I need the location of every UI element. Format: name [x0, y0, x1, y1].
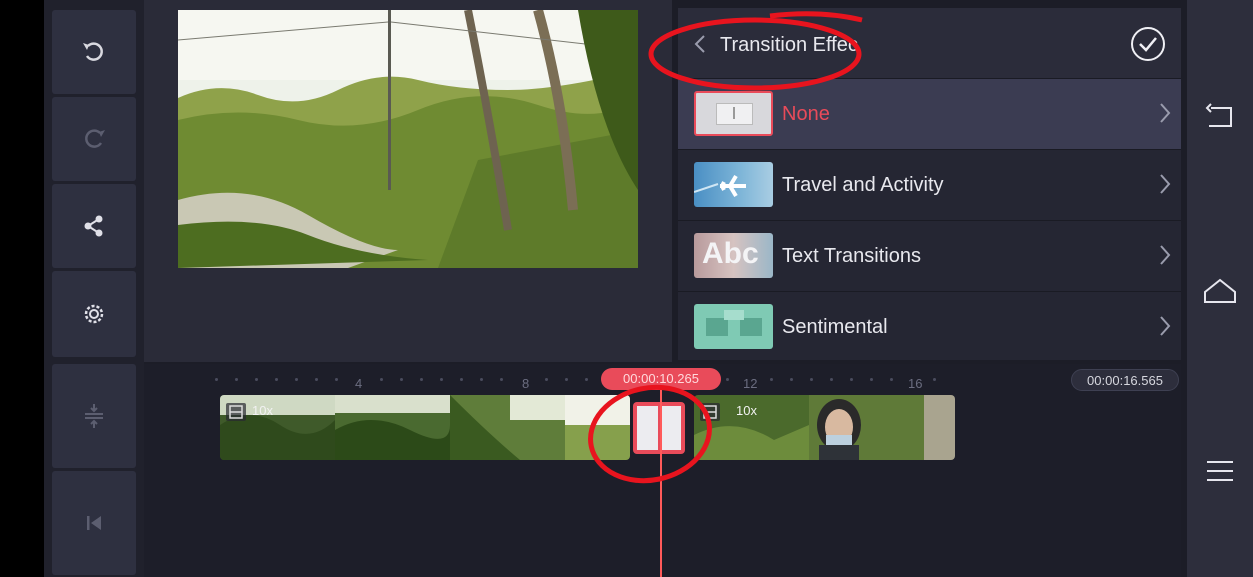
film-icon [226, 403, 246, 421]
redo-button[interactable] [52, 97, 136, 181]
ruler-dot [215, 378, 218, 381]
row-label: Text Transitions [782, 245, 921, 267]
clip-thumbnails [694, 395, 955, 460]
chevron-right-icon [1160, 103, 1171, 123]
ruler-dot [790, 378, 793, 381]
ruler-label: 12 [743, 376, 758, 391]
ruler-dot [380, 378, 383, 381]
thumb-text: Abc [702, 237, 759, 270]
layer-adjust-icon [85, 404, 103, 428]
ruler-label: 16 [908, 376, 923, 391]
transition-row-text[interactable]: Abc Text Transitions [678, 220, 1181, 291]
ruler-dot [420, 378, 423, 381]
skip-to-start-button[interactable] [52, 471, 136, 575]
layer-adjust-button[interactable] [52, 364, 136, 468]
ruler-dot [726, 378, 729, 381]
ruler-dot [295, 378, 298, 381]
chevron-right-icon [1160, 245, 1171, 265]
menu-icon[interactable] [1201, 452, 1239, 490]
back-icon[interactable] [1201, 98, 1239, 136]
ruler-label: 8 [522, 376, 530, 391]
ruler-dot [830, 378, 833, 381]
row-label: Sentimental [782, 316, 888, 338]
video-frame-image [178, 10, 638, 268]
video-clip-1[interactable]: 10x [220, 395, 630, 460]
ruler-dot [810, 378, 813, 381]
skip-start-icon [87, 516, 101, 530]
ruler-dot [933, 378, 936, 381]
undo-icon [83, 42, 103, 61]
total-time: 00:00:16.565 [1087, 373, 1163, 388]
gear-icon [84, 304, 104, 324]
text-thumbnail: Abc [694, 233, 773, 278]
ruler-dot [315, 378, 318, 381]
ruler-dot [500, 378, 503, 381]
chevron-right-icon [1160, 174, 1171, 194]
ruler-dot [770, 378, 773, 381]
ruler-dot [850, 378, 853, 381]
undo-button[interactable] [52, 10, 136, 94]
settings-button[interactable] [52, 271, 136, 357]
check-circle-icon[interactable] [1130, 26, 1166, 62]
ruler-dot [890, 378, 893, 381]
airplane-icon [694, 174, 746, 198]
ruler-dot [870, 378, 873, 381]
ruler-dot [480, 378, 483, 381]
row-label: Travel and Activity [782, 174, 944, 196]
ruler-label: 4 [355, 376, 363, 391]
share-icon [84, 215, 103, 237]
ruler-dot [440, 378, 443, 381]
redo-icon [85, 129, 105, 148]
ruler-dot [565, 378, 568, 381]
ruler-dot [545, 378, 548, 381]
video-preview[interactable] [178, 10, 638, 268]
total-time-pill: 00:00:16.565 [1071, 369, 1179, 391]
ruler-dot [235, 378, 238, 381]
clip-thumbnails [220, 395, 630, 460]
ruler-dot [460, 378, 463, 381]
video-clip-2[interactable]: 10x [694, 395, 955, 460]
clip-speed: 10x [252, 403, 273, 418]
screen-edge [0, 0, 44, 577]
clip-speed: 10x [736, 403, 757, 418]
annotation-circle-title [648, 11, 863, 91]
transition-row-travel[interactable]: Travel and Activity [678, 149, 1181, 220]
ruler-dot [255, 378, 258, 381]
ruler-dot [275, 378, 278, 381]
ruler-dot [400, 378, 403, 381]
left-toolbar [44, 0, 144, 577]
annotation-circle-transition [588, 384, 712, 484]
share-button[interactable] [52, 184, 136, 268]
chevron-right-icon [1160, 316, 1171, 336]
travel-thumbnail [694, 162, 773, 207]
system-nav-bar [1187, 0, 1253, 577]
ruler-dot [335, 378, 338, 381]
transition-row-sentimental[interactable]: Sentimental [678, 291, 1181, 362]
home-icon[interactable] [1201, 272, 1239, 310]
sentimental-thumbnail [694, 304, 773, 349]
